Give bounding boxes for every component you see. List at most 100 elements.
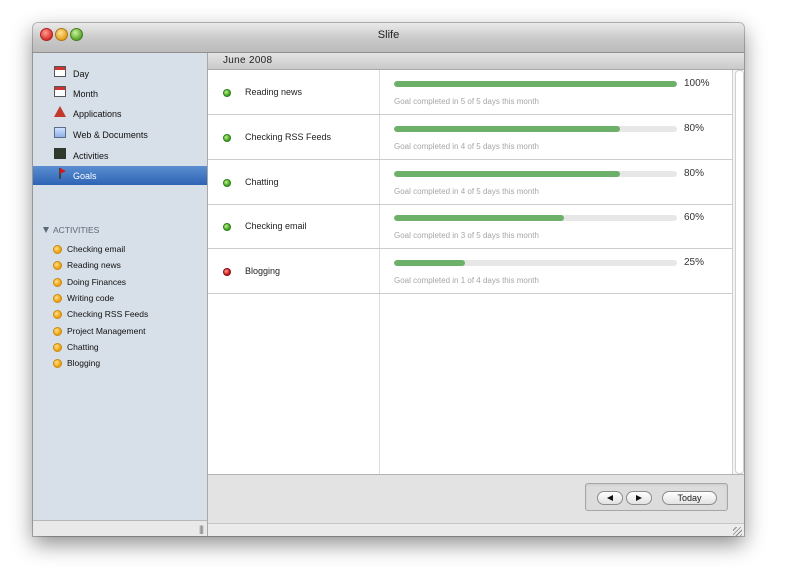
sidebar-item-day[interactable]: Day: [33, 64, 207, 83]
goal-status-icon: [223, 268, 231, 276]
activity-status-icon: [53, 261, 62, 270]
window-title: Slife: [377, 29, 400, 41]
goal-percent: 80%: [684, 123, 705, 134]
activity-item[interactable]: Reading news: [33, 257, 207, 273]
activity-item[interactable]: Checking email: [33, 241, 207, 257]
vertical-scrollbar[interactable]: [732, 70, 744, 474]
sidebar-item-label: Goals: [73, 171, 97, 181]
goal-progress-fill: [394, 171, 621, 177]
sidebar-item-label: Month: [73, 89, 99, 99]
month-header: June 2008: [208, 53, 744, 70]
goal-row[interactable]: Blogging 25% Goal completed in 1 of 4 da…: [208, 249, 732, 294]
activity-item[interactable]: Writing code: [33, 290, 207, 306]
activity-label: Writing code: [67, 293, 115, 303]
arrow-left-icon: [607, 494, 613, 501]
activity-item[interactable]: Doing Finances: [33, 274, 207, 290]
goal-status-icon: [223, 223, 231, 231]
goal-name: Chatting: [245, 177, 279, 187]
goal-detail: Goal completed in 4 of 5 days this month: [394, 187, 539, 196]
activity-status-icon: [53, 278, 62, 287]
goal-detail: Goal completed in 5 of 5 days this month: [394, 97, 539, 106]
sidebar-item-label: Web & Documents: [73, 130, 148, 140]
goal-progress-fill: [394, 215, 564, 221]
sidebar-footer: |||: [33, 520, 208, 536]
goal-detail: Goal completed in 1 of 4 days this month: [394, 276, 539, 285]
goal-row[interactable]: Checking email 60% Goal completed in 3 o…: [208, 204, 732, 249]
section-title: ACTIVITIES: [53, 225, 100, 235]
status-strip: [208, 523, 744, 536]
resize-grip-icon[interactable]: [733, 527, 742, 536]
sidebar-item-goals[interactable]: Goals: [33, 166, 207, 185]
bottom-toolbar: Today: [208, 474, 744, 524]
app-window: Slife Day Month Applications Web & Docum…: [33, 23, 744, 536]
goal-status-icon: [223, 134, 231, 142]
activity-label: Checking RSS Feeds: [67, 309, 149, 319]
goal-name: Checking RSS Feeds: [245, 132, 332, 142]
goal-name: Reading news: [245, 87, 303, 97]
activity-item[interactable]: Project Management: [33, 323, 207, 339]
goal-status-icon: [223, 89, 231, 97]
applications-icon: [54, 106, 66, 117]
activity-status-icon: [53, 343, 62, 352]
goal-progress-bar: [394, 260, 677, 266]
activities-icon: [54, 148, 66, 159]
goal-name: Blogging: [245, 266, 281, 276]
month-label: June 2008: [223, 55, 273, 66]
goal-progress-bar: [394, 81, 677, 87]
previous-month-button[interactable]: [597, 491, 623, 505]
arrow-right-icon: [636, 494, 642, 501]
activity-status-icon: [53, 359, 62, 368]
goal-progress-fill: [394, 126, 621, 132]
activity-item[interactable]: Chatting: [33, 339, 207, 355]
activity-label: Checking email: [67, 244, 126, 254]
activity-label: Blogging: [67, 358, 101, 368]
activity-status-icon: [53, 327, 62, 336]
web-documents-icon: [54, 127, 66, 138]
sidebar-item-activities[interactable]: Activities: [33, 146, 207, 165]
goal-percent: 60%: [684, 212, 705, 223]
sidebar-item-label: Applications: [73, 109, 122, 119]
scrollbar-thumb[interactable]: [735, 70, 744, 474]
activity-label: Chatting: [67, 342, 99, 352]
today-button[interactable]: Today: [662, 491, 717, 505]
sidebar-item-month[interactable]: Month: [33, 84, 207, 103]
goals-panel: June 2008 Reading news 100% Goal complet…: [208, 53, 744, 536]
goal-progress-bar: [394, 215, 677, 221]
activity-status-icon: [53, 294, 62, 303]
goal-progress-bar: [394, 171, 677, 177]
sidebar-item-label: Activities: [73, 151, 109, 161]
goal-row[interactable]: Chatting 80% Goal completed in 4 of 5 da…: [208, 160, 732, 205]
goal-name: Checking email: [245, 221, 307, 231]
splitter-grip-icon[interactable]: |||: [199, 524, 204, 534]
calendar-month-icon: [54, 86, 66, 97]
date-navigation: Today: [585, 483, 728, 511]
activities-section-header[interactable]: ACTIVITIES: [43, 225, 99, 235]
activity-label: Reading news: [67, 260, 121, 270]
goal-row[interactable]: Reading news 100% Goal completed in 5 of…: [208, 70, 732, 115]
goal-status-icon: [223, 179, 231, 187]
goal-percent: 80%: [684, 168, 705, 179]
goal-percent: 25%: [684, 257, 705, 268]
sidebar-item-web-documents[interactable]: Web & Documents: [33, 125, 207, 144]
goal-progress-fill: [394, 81, 677, 87]
activity-label: Project Management: [67, 326, 146, 336]
goal-progress-bar: [394, 126, 677, 132]
goals-flag-icon: [54, 168, 66, 179]
calendar-day-icon: [54, 66, 66, 77]
activity-item[interactable]: Checking RSS Feeds: [33, 306, 207, 322]
next-month-button[interactable]: [626, 491, 652, 505]
goal-detail: Goal completed in 3 of 5 days this month: [394, 231, 539, 240]
goal-progress-fill: [394, 260, 465, 266]
goal-row[interactable]: Checking RSS Feeds 80% Goal completed in…: [208, 115, 732, 160]
goal-percent: 100%: [684, 78, 710, 89]
sidebar: Day Month Applications Web & Documents A…: [33, 53, 208, 520]
activity-status-icon: [53, 245, 62, 254]
activity-item[interactable]: Blogging: [33, 355, 207, 371]
sidebar-item-label: Day: [73, 69, 90, 79]
sidebar-item-applications[interactable]: Applications: [33, 104, 207, 123]
activity-label: Doing Finances: [67, 277, 127, 287]
disclosure-triangle-icon[interactable]: [43, 227, 49, 233]
goal-detail: Goal completed in 4 of 5 days this month: [394, 142, 539, 151]
title-bar[interactable]: Slife: [33, 23, 744, 53]
activity-status-icon: [53, 310, 62, 319]
